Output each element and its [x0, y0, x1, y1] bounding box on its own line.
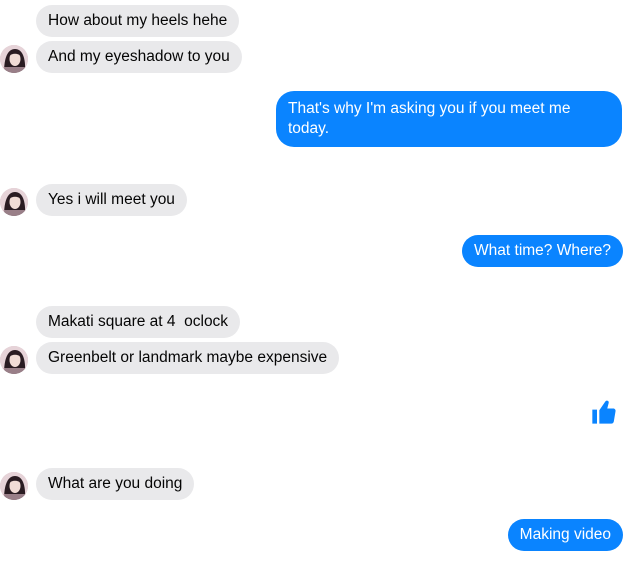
message-text: And my eyeshadow to you [48, 48, 230, 65]
message-text: What time? Where? [474, 242, 611, 259]
incoming-message-bubble[interactable]: What are you doing [36, 468, 195, 500]
message-text: Making video [519, 526, 611, 543]
contact-avatar[interactable] [0, 472, 28, 500]
message-text: Yes i will meet you [48, 191, 175, 208]
incoming-message-bubble[interactable]: Greenbelt or landmark maybe expensive [36, 342, 340, 374]
contact-avatar[interactable] [0, 188, 28, 216]
incoming-message-bubble[interactable]: How about my heels hehe [36, 5, 240, 37]
outgoing-message-bubble[interactable]: What time? Where? [462, 235, 623, 267]
contact-avatar[interactable] [0, 346, 28, 374]
outgoing-message-bubble[interactable]: That's why I'm asking you if you meet me… [276, 91, 622, 147]
message-text: How about my heels hehe [48, 12, 228, 29]
message-text: Makati square at 4 oclock [48, 313, 229, 330]
incoming-message-bubble[interactable]: Makati square at 4 oclock [36, 306, 241, 338]
message-thread: How about my heels hehe And my eyeshadow… [0, 0, 640, 568]
outgoing-message-bubble[interactable]: Making video [507, 519, 623, 551]
incoming-message-bubble[interactable]: Yes i will meet you [36, 184, 187, 216]
incoming-message-bubble[interactable]: And my eyeshadow to you [36, 41, 242, 73]
thumbs-up-icon[interactable] [590, 398, 618, 426]
message-text: What are you doing [48, 475, 183, 492]
message-text: That's why I'm asking you if you meet me… [288, 100, 571, 137]
contact-avatar[interactable] [0, 45, 28, 73]
message-text: Greenbelt or landmark maybe expensive [48, 349, 328, 366]
